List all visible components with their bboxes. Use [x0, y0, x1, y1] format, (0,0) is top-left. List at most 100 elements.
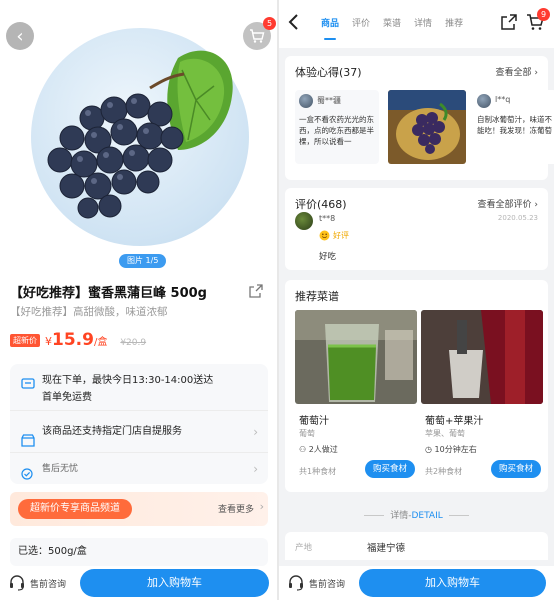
- recipe-name: 葡萄汁: [299, 416, 329, 427]
- customer-service-label: 售前咨询: [309, 579, 346, 590]
- product-panel: ‹ 5 图片 1/5 【好吃推荐】蜜香黑蒲巨峰 500g 【好吃推荐】高甜微酸，…: [0, 0, 277, 600]
- tab-recipes[interactable]: 菜谱: [383, 0, 401, 48]
- recipe-meta-text: 10分钟左右: [434, 445, 477, 454]
- cart-badge: 9: [537, 8, 550, 21]
- recipe-card[interactable]: 葡萄汁 葡萄 ⚇ 2人做过 共1种食材 购买食材: [295, 310, 417, 486]
- recipe-image: [421, 310, 543, 404]
- avatar: [299, 94, 313, 108]
- buy-ingredients-button[interactable]: 购买食材: [364, 460, 415, 478]
- experience-photo[interactable]: [388, 90, 466, 164]
- share-icon: [249, 284, 263, 298]
- recipe-ingredients: 葡萄: [299, 429, 315, 438]
- back-button[interactable]: [287, 12, 301, 36]
- origin-value: 福建宁德: [367, 543, 406, 554]
- recipe-image: [295, 310, 417, 404]
- experience-card[interactable]: 蜀**疆 一盒不看农药光光的东西，点的吃东西都是半棵，所以说看一: [295, 90, 379, 164]
- chevron-right-icon: ›: [253, 425, 258, 439]
- price-tag: 超新价: [10, 333, 40, 347]
- customer-service-button[interactable]: 售前咨询: [279, 574, 359, 592]
- delivery-row: 现在下单，最快今日13:30-14:00送达 首单免运费: [10, 364, 268, 410]
- recipe-ingredient-count: 共1种食材: [299, 467, 337, 476]
- recipes-title: 推荐菜谱: [295, 290, 339, 303]
- avatar: [295, 212, 313, 230]
- headset-icon: [10, 575, 24, 591]
- product-detail-panel: 商品 评价 菜谱 详情 推荐 9 体验心得(37) 查看全部 › 蜀**疆 一盒…: [279, 0, 554, 600]
- review-tag: 好评: [333, 231, 349, 240]
- price-value: 15.9: [52, 330, 94, 350]
- recipe-card[interactable]: 葡萄+苹果汁 苹果、葡萄 ◷ 10分钟左右 共2种食材 购买食材: [421, 310, 543, 486]
- chevron-right-icon: ›: [253, 462, 258, 476]
- recipe-ingredients: 苹果、葡萄: [425, 429, 465, 438]
- chevron-left-icon: ‹: [16, 25, 24, 47]
- top-nav: 商品 评价 菜谱 详情 推荐 9: [279, 0, 554, 48]
- origin-label: 产地: [295, 543, 313, 553]
- share-button[interactable]: [249, 283, 263, 302]
- check-circle-icon: [21, 462, 33, 494]
- headset-icon: [289, 575, 303, 591]
- spec-selector[interactable]: 已选：500g/盒: [10, 538, 268, 566]
- delivery-line2: 首单免运费: [42, 392, 92, 403]
- recipe-ingredient-count: 共2种食材: [425, 467, 463, 476]
- recipe-meta: ⚇ 2人做过: [299, 444, 338, 455]
- pickup-row[interactable]: 该商品还支持指定门店自提服务 ›: [10, 410, 268, 452]
- recipe-meta-text: 2人做过: [308, 445, 338, 454]
- tab-reviews[interactable]: 评价: [352, 0, 370, 48]
- divider-line: [448, 515, 469, 516]
- reviews-section: 评价(468) 查看全部评价 › t**8 2020.05.23 好评 好吃: [285, 188, 548, 270]
- experience-title: 体验心得(37): [295, 66, 362, 79]
- original-price: ¥20.9: [120, 338, 147, 348]
- reviews-view-all[interactable]: 查看全部评价 ›: [478, 197, 538, 210]
- review-rating: 好评: [319, 230, 349, 241]
- customer-service-label: 售前咨询: [30, 579, 67, 590]
- person-icon: ⚇: [299, 445, 307, 454]
- buy-ingredients-button[interactable]: 购买食材: [490, 460, 541, 478]
- origin-row: 产地 福建宁德: [285, 532, 548, 560]
- experience-card[interactable]: l**q 自制冰葡萄汁，味道不能吃！我发现！冻葡萄: [473, 90, 554, 164]
- experience-view-all[interactable]: 查看全部 ›: [496, 65, 538, 78]
- recipes-section: 推荐菜谱 葡萄汁 葡萄 ⚇ 2人做过 共1种食材 购买食材 葡萄+苹果汁 苹果、…: [285, 280, 548, 492]
- tab-bar: 商品 评价 菜谱 详情 推荐: [321, 0, 463, 48]
- add-to-cart-button[interactable]: 加入购物车: [80, 569, 269, 597]
- detail-separator-text: 详情-: [390, 511, 412, 521]
- reviews-title: 评价(468): [295, 198, 347, 211]
- chevron-left-icon: [288, 14, 298, 30]
- cart-button[interactable]: 5: [243, 17, 276, 50]
- smile-icon: [319, 230, 330, 241]
- service-info: 现在下单，最快今日13:30-14:00送达 首单免运费 该商品还支持指定门店自…: [10, 364, 268, 484]
- price-unit: /盒: [93, 337, 108, 348]
- review-text: 好吃: [319, 252, 337, 262]
- review-date: 2020.05.23: [497, 214, 538, 222]
- experience-section: 体验心得(37) 查看全部 › 蜀**疆 一盒不看农药光光的东西，点的吃东西都是…: [285, 56, 554, 180]
- image-indicator: 图片 1/5: [119, 254, 167, 268]
- grape-image: [47, 50, 233, 219]
- promo-banner[interactable]: 超新价专享商品频道 查看更多 ›: [10, 492, 268, 526]
- tab-product[interactable]: 商品: [321, 0, 339, 48]
- product-title: 【好吃推荐】蜜香黑蒲巨峰 500g: [10, 286, 207, 301]
- after-sale-text: 售后无忧: [42, 464, 79, 474]
- add-to-cart-button[interactable]: 加入购物车: [359, 569, 546, 597]
- price-currency: ¥: [45, 335, 52, 348]
- experience-text: 自制冰葡萄汁，味道不能吃！我发现！冻葡萄: [477, 115, 552, 135]
- review-user: t**8: [319, 214, 336, 223]
- experience-text: 一盒不看农药光光的东西，点的吃东西都是半棵，所以说看一: [299, 115, 374, 146]
- chevron-right-icon: ›: [259, 500, 264, 513]
- back-button[interactable]: ‹: [6, 22, 34, 50]
- tab-recommend[interactable]: 推荐: [445, 0, 463, 48]
- cart-icon: [250, 29, 265, 43]
- tab-details[interactable]: 详情: [414, 0, 432, 48]
- detail-separator: 详情-DETAIL: [279, 508, 554, 521]
- divider-line: [364, 515, 385, 516]
- clock-icon: ◷: [425, 445, 432, 454]
- detail-separator-latin: DETAIL: [411, 511, 443, 521]
- share-button[interactable]: [501, 14, 517, 34]
- product-subtitle: 【好吃推荐】高甜微酸，味道浓郁: [10, 306, 168, 318]
- bottom-bar: 售前咨询 加入购物车: [0, 566, 277, 600]
- after-sale-row[interactable]: 售后无忧 ›: [10, 452, 268, 484]
- product-image-carousel[interactable]: ‹ 5 图片 1/5: [0, 0, 277, 270]
- pickup-text: 该商品还支持指定门店自提服务: [42, 426, 182, 437]
- experience-user: l**q: [495, 95, 511, 104]
- bottom-bar: 售前咨询 加入购物车: [279, 566, 554, 600]
- promo-more-link[interactable]: 查看更多: [218, 502, 254, 515]
- cart-button[interactable]: 9: [526, 8, 550, 35]
- customer-service-button[interactable]: 售前咨询: [0, 574, 80, 592]
